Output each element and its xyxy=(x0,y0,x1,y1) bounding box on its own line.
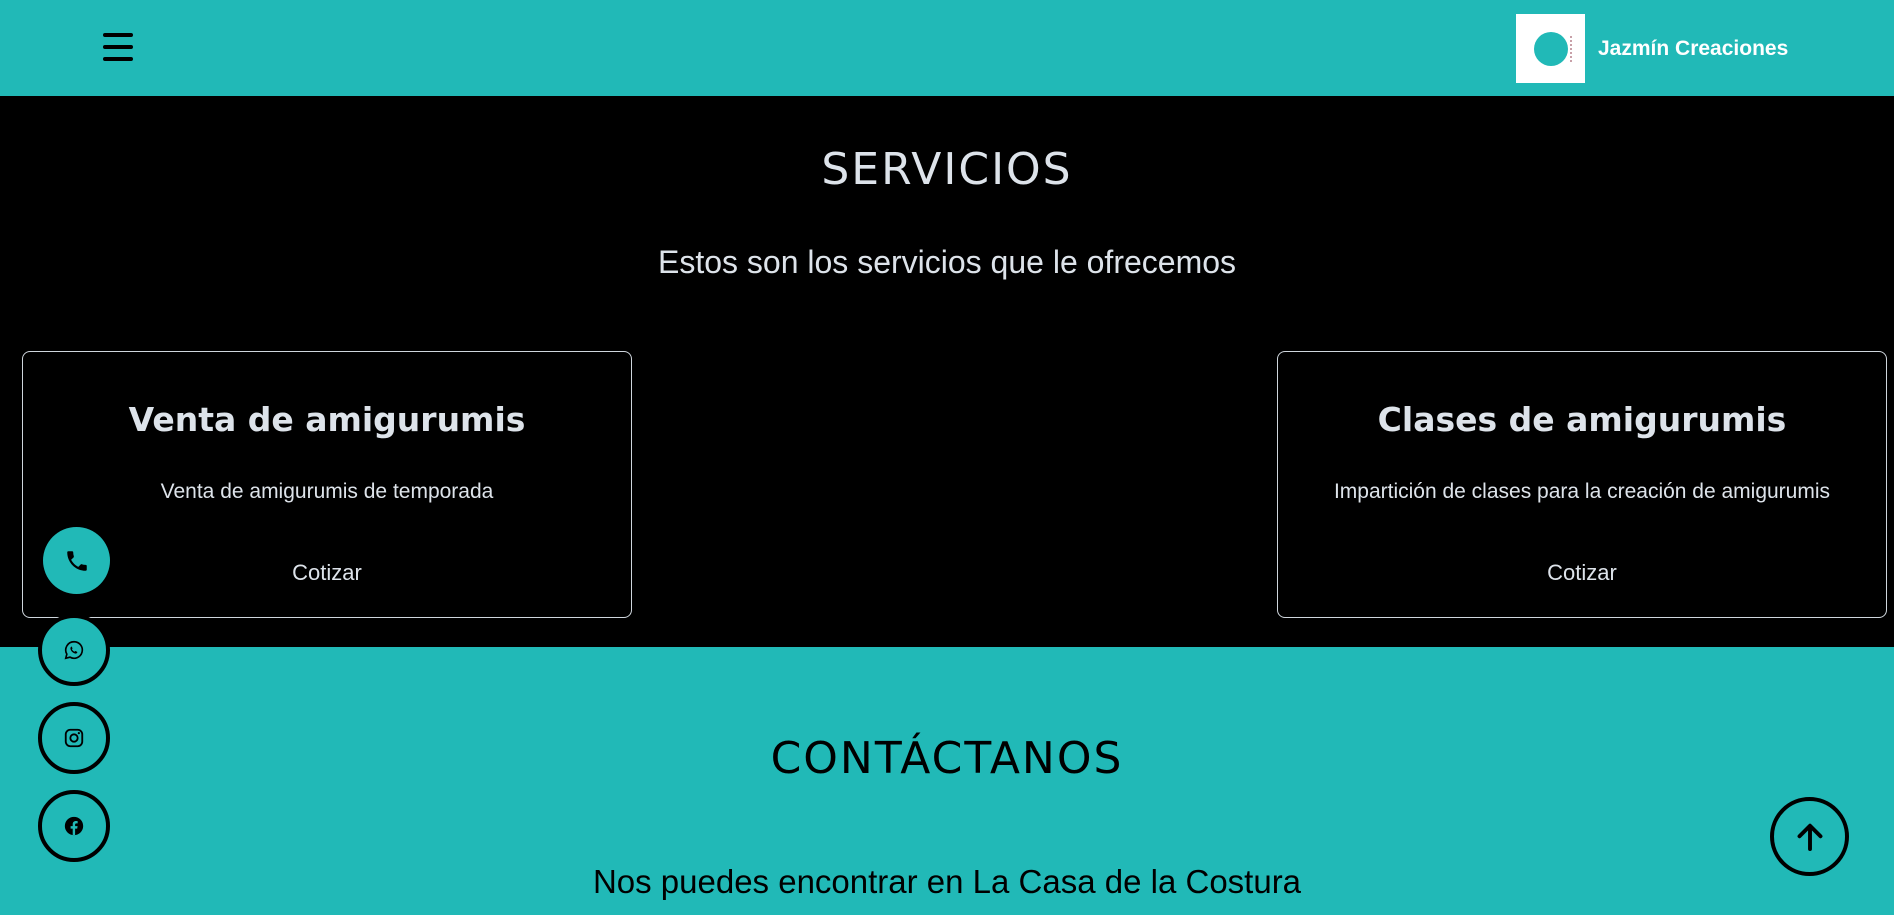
hamburger-icon[interactable] xyxy=(103,33,133,61)
quote-button[interactable]: Cotizar xyxy=(1278,560,1886,586)
service-card-venta: Venta de amigurumis Venta de amigurumis … xyxy=(22,351,632,618)
services-section: SERVICIOS Estos son los servicios que le… xyxy=(0,96,1894,647)
scroll-top-button[interactable] xyxy=(1770,797,1849,876)
whatsapp-button[interactable] xyxy=(38,614,110,686)
brand-link[interactable]: Jazmín Creaciones xyxy=(1516,14,1788,83)
service-card-text: Venta de amigurumis de temporada xyxy=(160,480,494,503)
brand-name: Jazmín Creaciones xyxy=(1598,36,1789,60)
instagram-icon xyxy=(64,728,84,748)
service-card-title: Clases de amigurumis xyxy=(1377,400,1787,439)
services-subtitle: Estos son los servicios que le ofrecemos xyxy=(657,244,1237,280)
whatsapp-icon xyxy=(64,640,84,660)
phone-button[interactable] xyxy=(43,527,110,594)
phone-icon xyxy=(66,550,87,571)
facebook-icon xyxy=(64,816,84,836)
site-header: Jazmín Creaciones xyxy=(0,0,1894,96)
service-card-text: Impartición de clases para la creación d… xyxy=(1333,480,1831,503)
facebook-button[interactable] xyxy=(38,790,110,862)
contact-section: CONTÁCTANOS Nos puedes encontrar en La C… xyxy=(0,647,1894,915)
service-card-clases: Clases de amigurumis Impartición de clas… xyxy=(1277,351,1887,618)
contact-title: CONTÁCTANOS xyxy=(770,733,1124,784)
brand-logo xyxy=(1516,14,1585,83)
service-card-title: Venta de amigurumis xyxy=(128,400,526,439)
instagram-button[interactable] xyxy=(38,702,110,774)
services-title: SERVICIOS xyxy=(821,144,1073,195)
contact-subtitle: Nos puedes encontrar en La Casa de la Co… xyxy=(592,863,1302,900)
quote-button[interactable]: Cotizar xyxy=(23,560,631,586)
arrow-up-icon xyxy=(1797,823,1822,851)
